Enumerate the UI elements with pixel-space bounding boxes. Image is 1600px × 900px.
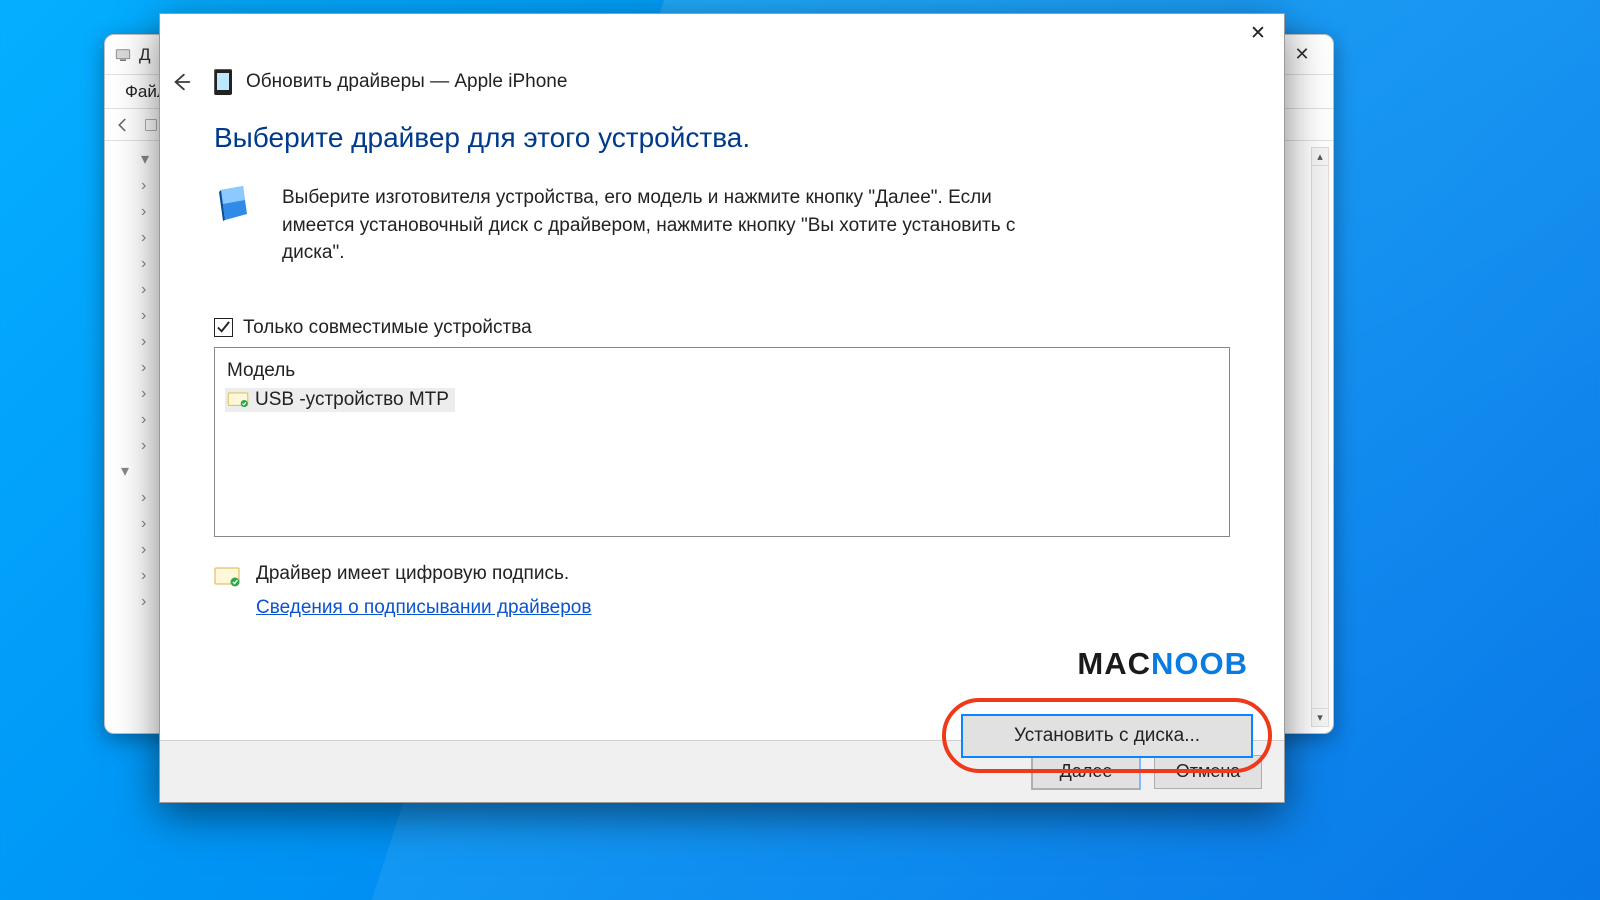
dialog-nav: Обновить драйверы — Apple iPhone (160, 58, 1284, 106)
dialog-title: Обновить драйверы — Apple iPhone (246, 71, 567, 93)
scroll-down-icon[interactable]: ▾ (1312, 708, 1328, 726)
toolbar-back-icon[interactable] (111, 115, 135, 135)
model-item-label: USB -устройство MTP (255, 389, 449, 411)
device-manager-icon (113, 45, 133, 65)
dialog-heading: Выберите драйвер для этого устройства. (214, 122, 1230, 154)
signature-info-link[interactable]: Сведения о подписывании драйверов (256, 597, 591, 619)
phone-device-icon (214, 69, 232, 95)
compatible-only-label: Только совместимые устройства (243, 317, 532, 339)
device-manager-scrollbar[interactable]: ▴ ▾ (1311, 147, 1329, 727)
checkbox-icon (214, 318, 233, 337)
device-category-icon (214, 184, 254, 224)
model-list[interactable]: Модель USB -устройство MTP (214, 347, 1230, 537)
signature-status: Драйвер имеет цифровую подпись. (256, 563, 591, 585)
update-driver-dialog: ✕ Обновить драйверы — Apple iPhone Выбер… (159, 13, 1285, 803)
device-manager-title: Д (139, 45, 151, 65)
dialog-instruction: Выберите изготовителя устройства, его мо… (282, 184, 1062, 267)
signature-certificate-icon (214, 566, 240, 588)
close-icon[interactable]: ✕ (1279, 35, 1325, 74)
compatible-only-checkbox[interactable]: Только совместимые устройства (214, 317, 1230, 339)
certificate-icon (227, 392, 249, 408)
watermark-brand: MACNOOB (1077, 646, 1248, 682)
install-button-highlight: Установить с диска... (942, 698, 1272, 773)
close-button[interactable]: ✕ (1232, 14, 1284, 52)
back-button[interactable] (168, 68, 196, 96)
install-from-disk-button[interactable]: Установить с диска... (961, 714, 1253, 758)
dialog-titlebar: ✕ (160, 14, 1284, 58)
model-list-item[interactable]: USB -устройство MTP (225, 388, 455, 412)
scroll-up-icon[interactable]: ▴ (1312, 148, 1328, 166)
dialog-body: Выберите драйвер для этого устройства. В… (160, 106, 1284, 740)
model-list-header: Модель (225, 356, 1219, 388)
